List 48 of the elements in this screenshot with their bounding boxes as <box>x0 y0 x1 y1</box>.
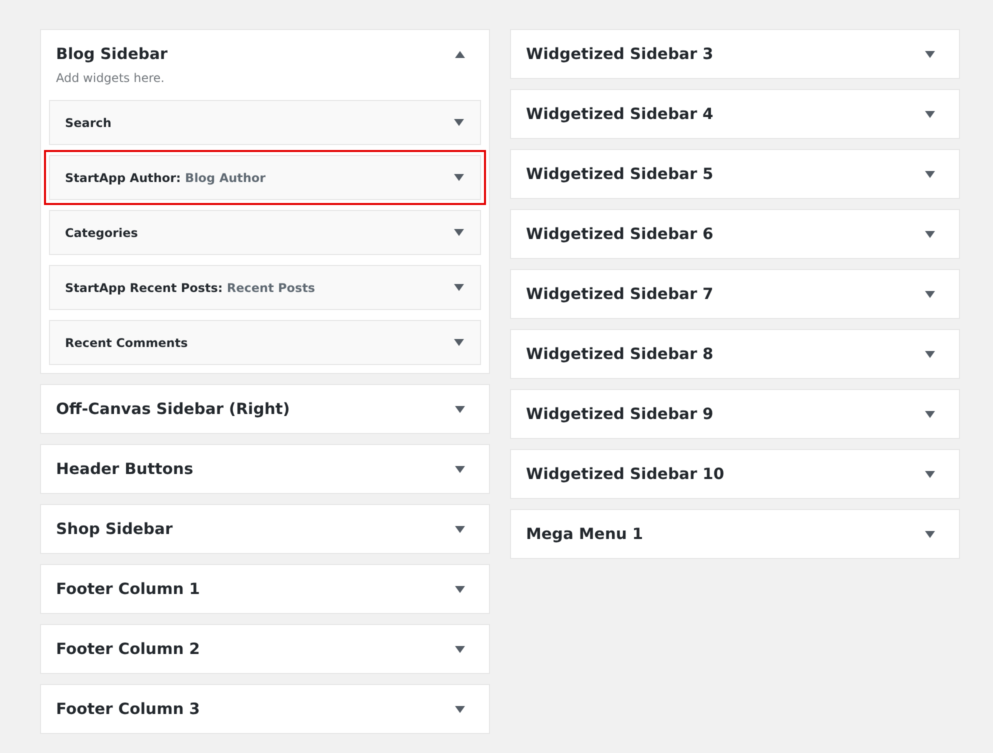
expand-arrow-icon[interactable] <box>454 229 464 236</box>
widget-row[interactable]: Search <box>49 100 481 145</box>
expand-arrow-icon[interactable] <box>454 119 464 126</box>
sidebar-title[interactable]: Widgetized Sidebar 3 <box>526 45 714 63</box>
sidebar-title[interactable]: Footer Column 3 <box>56 700 200 718</box>
widget-title: Categories <box>65 226 138 240</box>
sidebar-title[interactable]: Header Buttons <box>56 460 194 478</box>
expand-arrow-icon[interactable] <box>454 174 464 181</box>
sidebar-title[interactable]: Off-Canvas Sidebar (Right) <box>56 400 290 418</box>
sidebar-title[interactable]: Mega Menu 1 <box>526 525 644 543</box>
expand-arrow-icon[interactable] <box>454 339 464 346</box>
expand-arrow-icon[interactable] <box>455 586 465 592</box>
expand-arrow-icon[interactable] <box>455 466 465 472</box>
sidebar-title[interactable]: Widgetized Sidebar 9 <box>526 405 714 423</box>
expand-arrow-icon[interactable] <box>925 50 935 58</box>
sidebar-description: Add widgets here. <box>55 71 166 85</box>
expand-arrow-icon[interactable] <box>925 170 935 178</box>
expand-arrow-icon[interactable] <box>455 646 465 652</box>
sidebar-title[interactable]: Shop Sidebar <box>56 520 173 538</box>
sidebar-title[interactable]: Widgetized Sidebar 5 <box>526 165 714 183</box>
expand-arrow-icon[interactable] <box>925 350 935 358</box>
sidebar-title[interactable]: Widgetized Sidebar 4 <box>526 105 714 123</box>
widget-title: Recent Comments <box>65 336 188 350</box>
sidebar-title[interactable]: Blog Sidebar <box>56 45 168 63</box>
widget-title: Search <box>65 116 112 130</box>
sidebar-title[interactable]: Widgetized Sidebar 7 <box>526 285 714 303</box>
widget-row[interactable]: Recent Comments <box>49 320 481 365</box>
expand-arrow-icon[interactable] <box>925 470 935 478</box>
widget-row[interactable]: StartApp Author: Blog Author <box>49 155 481 200</box>
expand-arrow-icon[interactable] <box>925 410 935 418</box>
sidebar-title[interactable]: Footer Column 2 <box>56 640 200 658</box>
widget-row[interactable]: StartApp Recent Posts: Recent Posts <box>49 265 481 310</box>
expand-arrow-icon[interactable] <box>454 284 464 291</box>
widget-title: StartApp Author: Blog Author <box>65 170 266 184</box>
sidebar-title[interactable]: Widgetized Sidebar 8 <box>526 345 714 363</box>
sidebar-title[interactable]: Widgetized Sidebar 6 <box>526 225 714 243</box>
collapse-arrow-icon[interactable] <box>455 50 465 58</box>
sidebar-title[interactable]: Widgetized Sidebar 10 <box>526 465 724 483</box>
expand-arrow-icon[interactable] <box>455 526 465 532</box>
widget-title: StartApp Recent Posts: Recent Posts <box>65 280 316 294</box>
expand-arrow-icon[interactable] <box>925 230 935 238</box>
widget-row[interactable]: Categories <box>49 210 481 255</box>
expand-arrow-icon[interactable] <box>925 110 935 118</box>
expand-arrow-icon[interactable] <box>455 406 465 412</box>
sidebar-title[interactable]: Footer Column 1 <box>56 580 200 598</box>
expand-arrow-icon[interactable] <box>925 530 935 538</box>
expand-arrow-icon[interactable] <box>455 706 465 712</box>
expand-arrow-icon[interactable] <box>925 290 935 298</box>
